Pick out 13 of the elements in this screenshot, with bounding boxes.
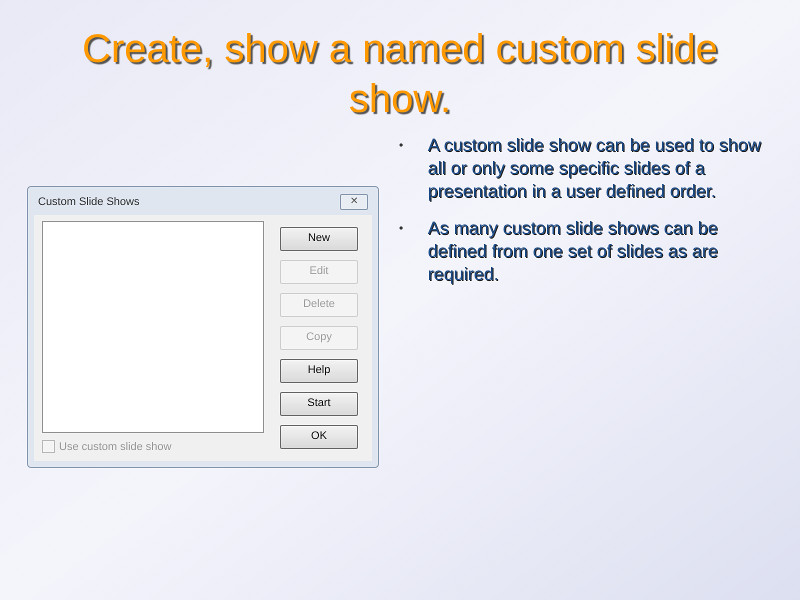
dialog-button[interactable]: Start: [280, 392, 358, 416]
checkbox-label: Use custom slide show: [59, 440, 172, 454]
dialog-button[interactable]: New: [280, 226, 358, 250]
dialog-button[interactable]: OK: [280, 424, 358, 448]
dialog-button[interactable]: Help: [280, 358, 358, 382]
bullet-text: As many custom slide shows can be defined from one set of slides as are required.: [428, 217, 719, 286]
bullet-mark: •: [399, 220, 404, 237]
bullet-mark: •: [399, 137, 404, 154]
close-button[interactable]: ✕: [340, 194, 368, 210]
slide-title: Create, show a named custom slide show.: [81, 26, 719, 123]
list-box[interactable]: [42, 220, 264, 432]
bullet-text: A custom slide show can be used to show all or only some specific slides of a presentation in a user defined order.: [428, 134, 762, 203]
dialog-title: Custom Slide Shows: [38, 194, 140, 210]
